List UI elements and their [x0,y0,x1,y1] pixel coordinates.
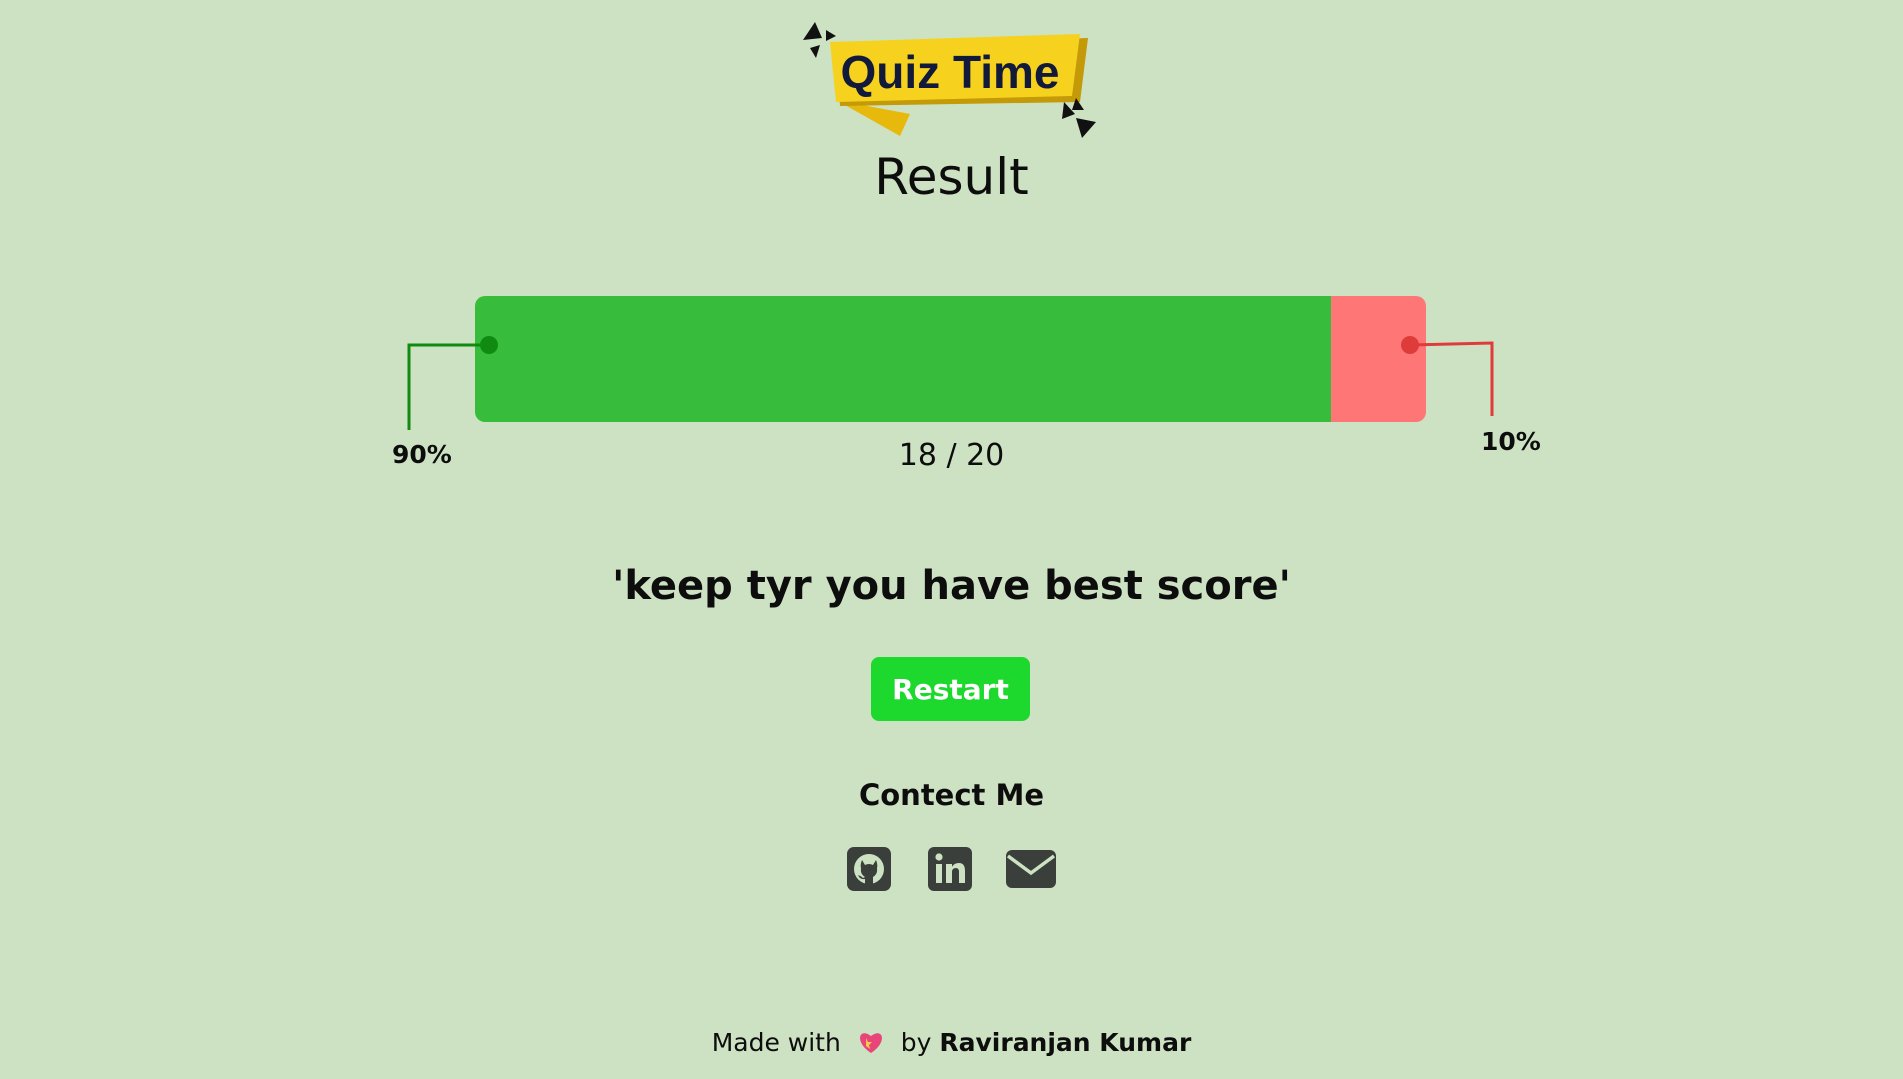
mail-icon[interactable] [1004,846,1058,892]
page-title: Result [874,148,1029,206]
footer: Made with by Raviranjan Kumar [0,1028,1903,1057]
score-text: 18 / 20 [898,438,1005,473]
score-bar-wrong [1330,296,1426,422]
restart-button[interactable]: Restart [871,657,1030,721]
github-icon[interactable] [846,846,892,892]
footer-by: by [900,1028,932,1057]
footer-made-with: Made with [711,1028,841,1057]
quiz-time-logo: Quiz Time [800,18,1100,140]
result-message: 'keep tyr you have best score' [612,563,1291,609]
contact-title: Contect Me [858,778,1045,812]
score-bar [475,296,1426,422]
logo-text: Quiz Time [841,46,1060,98]
score-bar-correct [475,296,1331,422]
heart-icon [857,1028,885,1057]
footer-author: Raviranjan Kumar [939,1028,1192,1057]
linkedin-icon[interactable] [927,846,973,892]
